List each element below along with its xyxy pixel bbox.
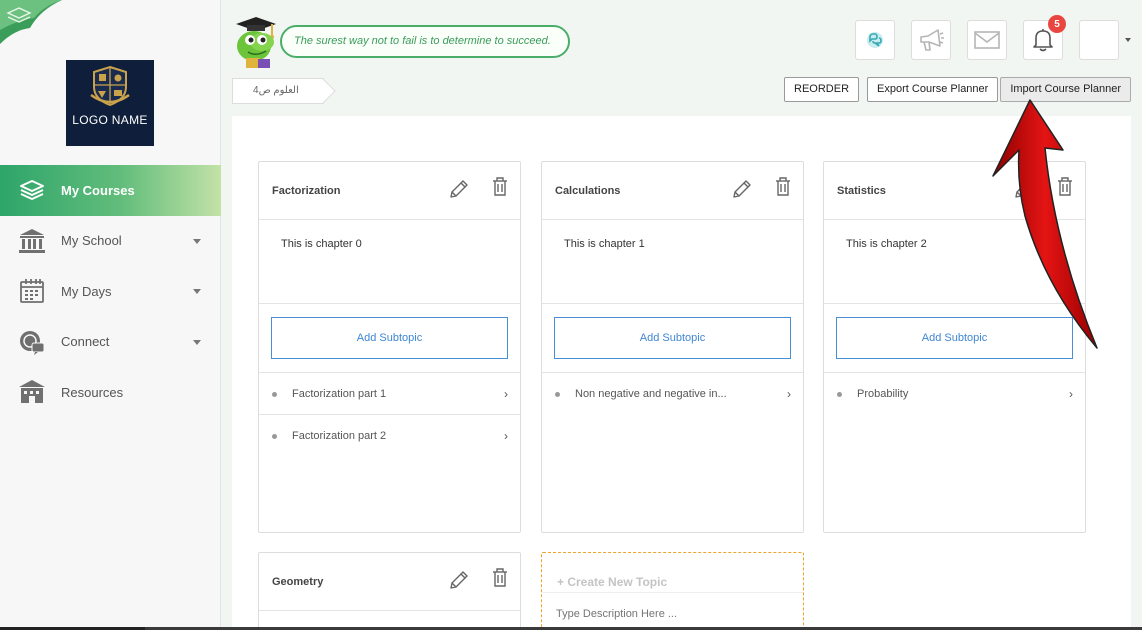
pencil-icon[interactable]: [448, 569, 470, 594]
topic-description: This is chapter 1: [542, 220, 803, 304]
chevron-right-icon: ›: [504, 429, 508, 443]
topic-card-header: Geometry: [259, 553, 520, 611]
planner-actions: REORDER Export Course Planner Import Cou…: [776, 77, 1131, 102]
school-logo[interactable]: LOGO NAME: [66, 60, 154, 146]
add-subtopic-button[interactable]: Add Subtopic: [271, 317, 508, 359]
nav-label-my-school: My School: [61, 233, 122, 249]
topic-card-header: Calculations: [542, 162, 803, 220]
corner-decoration: [0, 0, 62, 44]
subtopic-item[interactable]: Non negative and negative in... ›: [542, 373, 803, 415]
chat-icon: [867, 32, 883, 48]
reorder-button[interactable]: REORDER: [784, 77, 860, 102]
topic-card: Calculations This is chapter 1 Add Subto…: [541, 161, 804, 533]
topic-card-header: Statistics: [824, 162, 1085, 220]
subtopic-label: Factorization part 1: [292, 387, 387, 400]
crest-icon: [90, 65, 130, 107]
pencil-icon[interactable]: [1013, 178, 1035, 203]
add-subtopic-row: Add Subtopic: [824, 304, 1085, 373]
notifications-button[interactable]: 5: [1023, 15, 1066, 60]
export-course-planner-button[interactable]: Export Course Planner: [867, 77, 999, 102]
chevron-down-icon[interactable]: [193, 289, 201, 295]
mail-icon: [974, 31, 1000, 49]
topic-title: Geometry: [272, 575, 324, 588]
subtopic-label: Non negative and negative in...: [575, 388, 727, 400]
topic-title: Factorization: [272, 184, 341, 197]
breadcrumb[interactable]: العلوم ص4: [232, 78, 324, 104]
chat-button[interactable]: [855, 20, 895, 60]
messages-button[interactable]: [967, 20, 1007, 60]
quote-text: The surest way not to fail is to determi…: [280, 25, 570, 58]
pencil-icon[interactable]: [448, 178, 470, 203]
nav-label-my-days: My Days: [61, 283, 112, 299]
chevron-right-icon: ›: [504, 387, 508, 401]
megaphone-icon: [920, 29, 944, 51]
topic-title: Calculations: [555, 184, 621, 197]
nav-item-resources[interactable]: Resources: [0, 367, 221, 418]
trash-icon[interactable]: [492, 568, 508, 591]
topic-card: Geometry: [258, 552, 521, 630]
user-avatar[interactable]: [1079, 20, 1119, 60]
import-course-planner-button[interactable]: Import Course Planner: [1000, 77, 1131, 102]
logo-name-text: LOGO NAME: [72, 113, 148, 127]
announcements-button[interactable]: [911, 20, 951, 60]
subtopic-item[interactable]: Probability ›: [824, 373, 1085, 415]
topic-description-input[interactable]: [542, 593, 803, 620]
trash-icon[interactable]: [492, 177, 508, 200]
pencil-icon[interactable]: [731, 178, 753, 203]
topic-title: Statistics: [837, 184, 886, 197]
nav-label-resources: Resources: [61, 384, 124, 400]
add-subtopic-button[interactable]: Add Subtopic: [554, 317, 791, 359]
add-subtopic-row: Add Subtopic: [259, 304, 520, 373]
chevron-down-icon[interactable]: [193, 238, 201, 244]
chevron-down-icon[interactable]: [193, 339, 201, 345]
nav-item-my-days[interactable]: My Days: [0, 266, 221, 317]
subtopic-label: Factorization part 2: [292, 430, 387, 442]
stack-layers-icon: [18, 176, 46, 204]
calendar-icon: [18, 277, 46, 305]
nav-item-my-courses[interactable]: My Courses: [0, 165, 221, 216]
topic-card-header: Factorization: [259, 162, 520, 220]
nav-label-connect: Connect: [61, 334, 110, 350]
add-subtopic-button[interactable]: Add Subtopic: [836, 317, 1073, 359]
trash-icon[interactable]: [775, 177, 791, 200]
school-building-icon: [18, 227, 46, 255]
topic-card: Statistics This is chapter 2 Add Subtopi…: [823, 161, 1086, 533]
topic-card: Factorization This is chapter 0 Add Subt…: [258, 161, 521, 533]
main-nav: My Courses My School My Days Connect Res…: [0, 165, 221, 418]
add-subtopic-row: Add Subtopic: [542, 304, 803, 373]
course-planner-board: Factorization This is chapter 0 Add Subt…: [232, 116, 1131, 630]
library-icon: [18, 378, 46, 406]
notification-badge: 5: [1048, 15, 1066, 33]
subtopic-label: Probability: [857, 388, 909, 400]
header-toolbar: 5: [855, 15, 1142, 60]
chevron-right-icon: ›: [787, 387, 791, 401]
trash-icon[interactable]: [1057, 177, 1073, 200]
nav-item-connect[interactable]: Connect: [0, 317, 221, 368]
chevron-down-icon[interactable]: [1125, 38, 1131, 42]
topic-description: This is chapter 0: [259, 220, 520, 304]
chevron-right-icon: ›: [1069, 387, 1073, 401]
subtopic-item[interactable]: Factorization part 1 ›: [259, 373, 520, 415]
nav-item-my-school[interactable]: My School: [0, 216, 221, 267]
sidebar: LOGO NAME My Courses My School My Days C…: [0, 0, 221, 630]
create-new-topic-title[interactable]: + Create New Topic: [542, 553, 803, 593]
topic-description: This is chapter 2: [824, 220, 1085, 304]
connect-icon: [18, 328, 46, 356]
create-new-topic-card[interactable]: + Create New Topic: [541, 552, 804, 630]
bell-icon: [1033, 29, 1053, 52]
nav-label-my-courses: My Courses: [61, 182, 135, 198]
subtopic-item[interactable]: Factorization part 2 ›: [259, 415, 520, 457]
